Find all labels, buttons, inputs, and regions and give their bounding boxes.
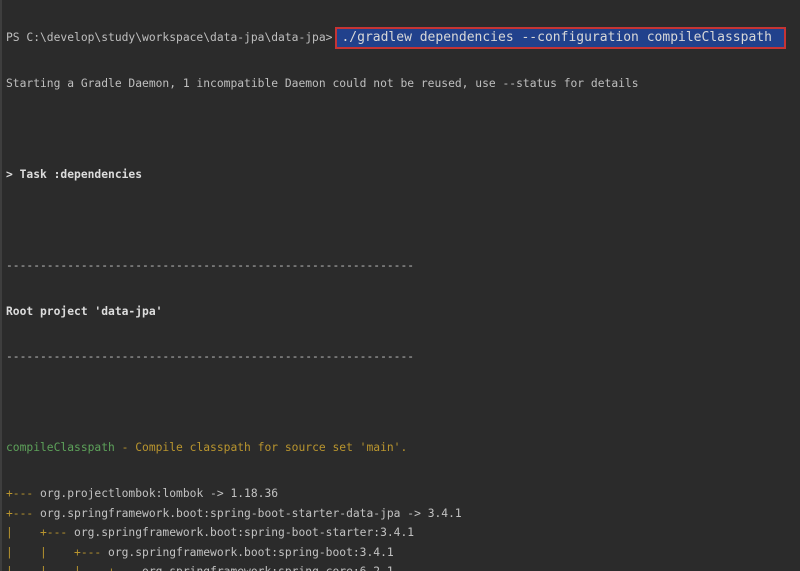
tree-prefix: | +--- <box>6 526 75 540</box>
divider-bottom: ----------------------------------------… <box>6 350 415 364</box>
config-description: - Compile classpath for source set 'main… <box>114 441 408 455</box>
dependency-text: org.springframework.boot:spring-boot-sta… <box>40 506 462 520</box>
tree-line: | +--- org.springframework.boot:spring-b… <box>6 523 800 543</box>
tree-line: | | +--- org.springframework.boot:spring… <box>6 543 800 563</box>
dependency-text: org.springframework.boot:spring-boot-sta… <box>74 526 415 540</box>
tree-prefix: +--- <box>6 506 41 520</box>
divider-top: ----------------------------------------… <box>6 258 415 272</box>
dependency-text: org.springframework:spring-core:6.2.1 <box>142 565 394 571</box>
task-header: > Task :dependencies <box>6 167 143 181</box>
command-highlight: ./gradlew dependencies --configuration c… <box>335 27 786 49</box>
config-name: compileClasspath <box>6 441 115 455</box>
tree-line: +--- org.springframework.boot:spring-boo… <box>6 504 800 524</box>
root-project-label: Root project 'data-jpa' <box>6 304 163 318</box>
dependency-tree: +--- org.projectlombok:lombok -> 1.18.36… <box>6 484 800 571</box>
daemon-message: Starting a Gradle Daemon, 1 incompatible… <box>6 76 639 90</box>
tree-prefix: +--- <box>6 486 41 500</box>
tree-line: +--- org.projectlombok:lombok -> 1.18.36 <box>6 484 800 504</box>
tree-line: | | | +--- org.springframework:spring-co… <box>6 562 800 571</box>
dependency-text: org.projectlombok:lombok -> 1.18.36 <box>40 486 279 500</box>
config-header: compileClasspath - Compile classpath for… <box>6 438 800 458</box>
prompt-text: PS C:\develop\study\workspace\data-jpa\d… <box>6 31 333 44</box>
dependency-text: org.springframework.boot:spring-boot:3.4… <box>108 545 394 559</box>
prompt-line: PS C:\develop\study\workspace\data-jpa\d… <box>6 27 800 49</box>
tree-prefix: | | | +--- <box>6 565 142 571</box>
terminal-window[interactable]: PS C:\develop\study\workspace\data-jpa\d… <box>0 0 800 571</box>
tree-prefix: | | +--- <box>6 545 109 559</box>
